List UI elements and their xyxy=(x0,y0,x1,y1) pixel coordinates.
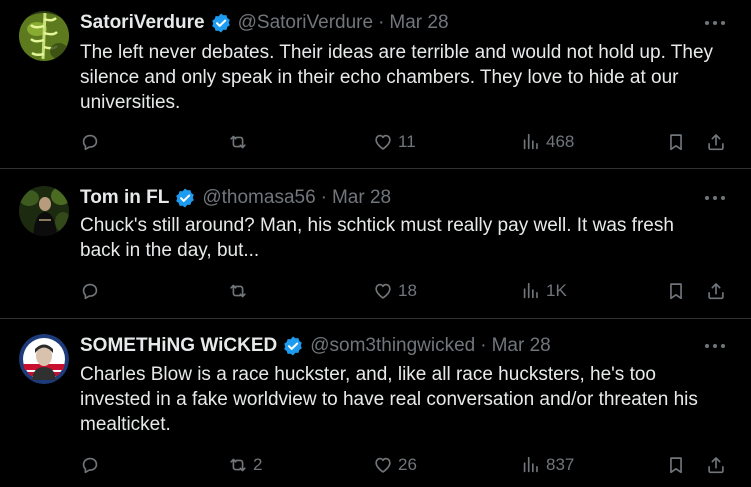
share-icon xyxy=(705,131,727,153)
tweet-text: Charles Blow is a race huckster, and, li… xyxy=(80,362,730,437)
repost-button[interactable]: 2 xyxy=(227,452,262,478)
like-count: 26 xyxy=(398,455,417,474)
tweet-text-line: universities. xyxy=(80,92,181,113)
tweet-text-line: back in the day, but... xyxy=(80,240,260,261)
tweet[interactable]: Tom in FL @thomasa56 · Mar 28 Chuck's st… xyxy=(0,169,751,318)
avatar[interactable] xyxy=(19,186,69,236)
like-icon xyxy=(372,280,394,302)
tweet-date[interactable]: Mar 28 xyxy=(492,335,551,357)
tweet-text-line: invested in a fake worldview to have rea… xyxy=(80,389,698,410)
views-icon xyxy=(520,454,542,476)
tweet-text-line: mealticket. xyxy=(80,414,171,435)
author-name[interactable]: SOMETHiNG WiCKED xyxy=(80,335,277,357)
tweet-text-line: Chuck's still around? Man, his schtick m… xyxy=(80,215,674,236)
more-icon[interactable] xyxy=(705,195,725,201)
repost-button[interactable] xyxy=(227,129,253,155)
views-button[interactable]: 468 xyxy=(520,129,574,155)
author-name[interactable]: Tom in FL xyxy=(80,187,169,209)
views-count: 837 xyxy=(546,455,575,474)
tweet-date[interactable]: Mar 28 xyxy=(332,187,391,209)
tweet-text-line: Charles Blow is a race huckster, and, li… xyxy=(80,364,657,385)
like-icon xyxy=(372,454,394,476)
avatar[interactable] xyxy=(19,334,69,384)
reply-icon xyxy=(79,454,101,476)
action-bar: 11 468 xyxy=(0,129,751,155)
like-button[interactable]: 26 xyxy=(372,452,417,478)
like-count: 11 xyxy=(398,132,416,151)
repost-icon xyxy=(227,454,249,476)
separator-dot: · xyxy=(378,12,385,33)
views-icon xyxy=(520,131,542,153)
bookmark-icon xyxy=(665,454,687,476)
bookmark-button[interactable] xyxy=(665,278,687,304)
reply-button[interactable] xyxy=(79,278,105,304)
repost-icon xyxy=(227,131,249,153)
author-handle[interactable]: @som3thingwicked xyxy=(310,335,475,357)
tweet-text-line: silence and only speak in their echo cha… xyxy=(80,67,679,88)
share-icon xyxy=(705,454,727,476)
like-count: 18 xyxy=(398,281,417,300)
views-count: 1K xyxy=(546,281,567,300)
verified-badge-icon xyxy=(174,187,196,209)
author-handle[interactable]: @SatoriVerdure xyxy=(238,12,373,34)
reply-button[interactable] xyxy=(79,129,105,155)
views-icon xyxy=(520,280,542,302)
tweet-header: SatoriVerdure @SatoriVerdure · Mar 28 xyxy=(80,11,449,35)
action-bar: 18 1K xyxy=(0,278,751,304)
like-button[interactable]: 11 xyxy=(372,129,416,155)
views-count: 468 xyxy=(546,132,575,151)
share-button[interactable] xyxy=(705,278,727,304)
reply-button[interactable] xyxy=(79,452,105,478)
avatar[interactable] xyxy=(19,11,69,61)
tweet-header: SOMETHiNG WiCKED @som3thingwicked · Mar … xyxy=(80,334,551,358)
action-bar: 2 26 837 xyxy=(0,452,751,478)
bookmark-button[interactable] xyxy=(665,452,687,478)
tweet-feed: SatoriVerdure @SatoriVerdure · Mar 28 Th… xyxy=(0,0,751,487)
verified-badge-icon xyxy=(210,12,232,34)
tweet-text: The left never debates. Their ideas are … xyxy=(80,40,730,115)
tweet[interactable]: SatoriVerdure @SatoriVerdure · Mar 28 Th… xyxy=(0,0,751,168)
like-button[interactable]: 18 xyxy=(372,278,417,304)
more-icon[interactable] xyxy=(705,20,725,26)
bookmark-icon xyxy=(665,131,687,153)
like-icon xyxy=(372,131,394,153)
more-icon[interactable] xyxy=(705,343,725,349)
share-button[interactable] xyxy=(705,452,727,478)
share-icon xyxy=(705,280,727,302)
tweet-header: Tom in FL @thomasa56 · Mar 28 xyxy=(80,186,391,210)
share-button[interactable] xyxy=(705,129,727,155)
reply-icon xyxy=(79,131,101,153)
separator-dot: · xyxy=(320,187,327,208)
reply-icon xyxy=(79,280,101,302)
bookmark-button[interactable] xyxy=(665,129,687,155)
tweet-date[interactable]: Mar 28 xyxy=(389,12,448,34)
repost-button[interactable] xyxy=(227,278,253,304)
author-name[interactable]: SatoriVerdure xyxy=(80,12,205,34)
repost-icon xyxy=(227,280,249,302)
repost-count: 2 xyxy=(253,455,263,474)
author-handle[interactable]: @thomasa56 xyxy=(202,187,315,209)
views-button[interactable]: 1K xyxy=(520,278,567,304)
bookmark-icon xyxy=(665,280,687,302)
tweet-text-line: The left never debates. Their ideas are … xyxy=(80,42,714,63)
tweet[interactable]: SOMETHiNG WiCKED @som3thingwicked · Mar … xyxy=(0,319,751,487)
tweet-text: Chuck's still around? Man, his schtick m… xyxy=(80,213,730,263)
separator-dot: · xyxy=(480,335,487,356)
verified-badge-icon xyxy=(282,335,304,357)
views-button[interactable]: 837 xyxy=(520,452,574,478)
